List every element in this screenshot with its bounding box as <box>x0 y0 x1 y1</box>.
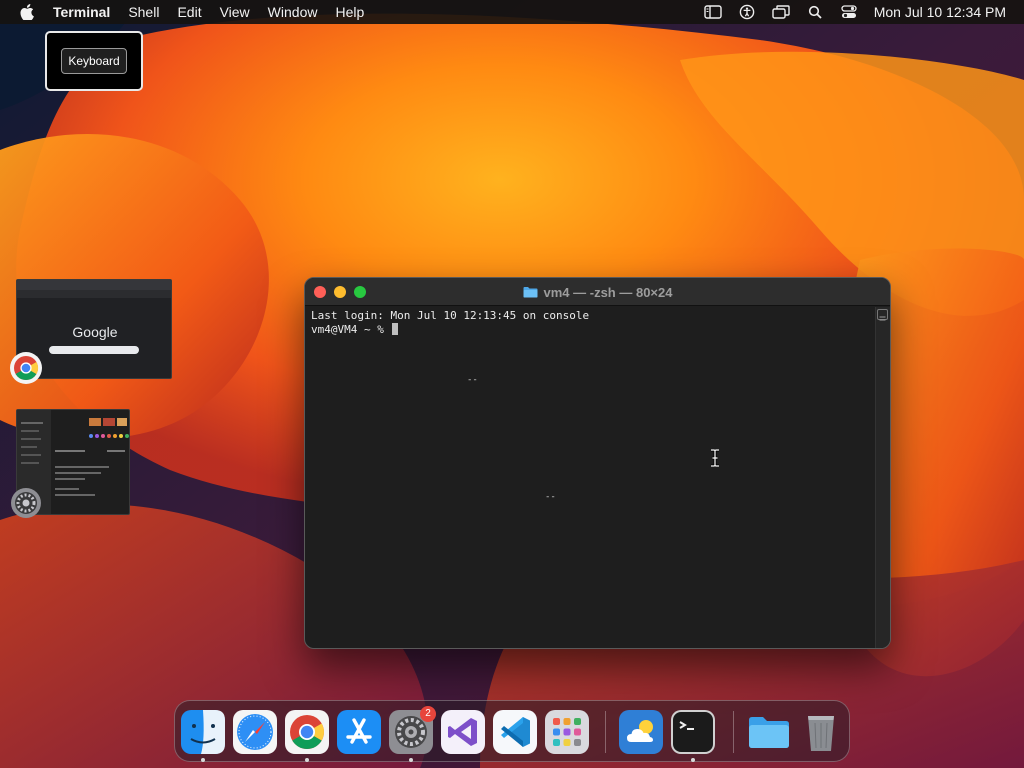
menu-shell[interactable]: Shell <box>119 0 168 24</box>
notification-badge: 2 <box>420 706 436 722</box>
running-indicator <box>305 758 309 762</box>
terminal-prompt: vm4@VM4 ~ % <box>311 323 391 336</box>
folder-icon[interactable] <box>747 710 791 754</box>
dock-separator <box>733 711 734 753</box>
list-icon[interactable] <box>696 0 730 24</box>
keyboard-button[interactable]: Keyboard <box>61 48 127 74</box>
terminal-output[interactable]: Last login: Mon Jul 10 12:13:45 on conso… <box>305 307 875 648</box>
dock-separator <box>605 711 606 753</box>
running-indicator <box>409 758 413 762</box>
stage-manager-settings-window[interactable] <box>11 409 130 518</box>
safari-icon[interactable] <box>233 710 277 754</box>
terminal-prompt-line[interactable]: vm4@VM4 ~ % <box>311 323 869 337</box>
stray-mark: -- <box>545 492 556 502</box>
search-icon[interactable] <box>798 0 832 24</box>
terminal-title-bar[interactable]: vm4 — -zsh — 80×24 <box>305 278 890 306</box>
chrome-address-bar <box>17 290 171 298</box>
terminal-scrollbar[interactable] <box>875 307 890 648</box>
running-indicator <box>201 758 205 762</box>
vscode-icon[interactable] <box>493 710 537 754</box>
app-store-icon[interactable] <box>337 710 381 754</box>
screen-mirroring-icon[interactable] <box>764 0 798 24</box>
weather-icon[interactable] <box>619 710 663 754</box>
chrome-tab-strip <box>17 280 171 290</box>
scroll-marks-button[interactable] <box>877 309 888 321</box>
google-logo-text: Google <box>72 324 118 340</box>
terminal-icon[interactable] <box>671 710 715 754</box>
keyboard-overlay: Keyboard <box>45 31 143 91</box>
stage-manager-chrome-window[interactable]: Google <box>10 279 174 384</box>
menu-bar-clock[interactable]: Mon Jul 10 12:34 PM <box>866 4 1024 20</box>
folder-icon <box>523 286 538 298</box>
system-settings-icon <box>11 488 41 518</box>
accessibility-icon[interactable] <box>730 0 764 24</box>
dock: 2 <box>174 700 850 762</box>
menu-view[interactable]: View <box>211 0 259 24</box>
stray-mark: -- <box>467 375 478 385</box>
terminal-line-last-login: Last login: Mon Jul 10 12:13:45 on conso… <box>311 309 590 322</box>
menu-bar-status-area: Mon Jul 10 12:34 PM <box>696 0 1024 24</box>
terminal-title-text: vm4 — -zsh — 80×24 <box>543 284 673 300</box>
terminal-window[interactable]: vm4 — -zsh — 80×24 Last login: Mon Jul 1… <box>304 277 891 649</box>
menu-window[interactable]: Window <box>259 0 327 24</box>
trash-icon[interactable] <box>799 710 843 754</box>
ibeam-cursor-icon <box>711 449 719 467</box>
chrome-icon <box>10 352 42 384</box>
apple-menu-icon[interactable] <box>18 3 36 21</box>
terminal-title: vm4 — -zsh — 80×24 <box>305 278 890 306</box>
text-cursor <box>392 323 399 335</box>
menu-bar: Terminal Shell Edit View Window Help Mon… <box>0 0 1024 24</box>
google-search-box <box>49 346 139 354</box>
menu-edit[interactable]: Edit <box>168 0 210 24</box>
chrome-icon[interactable] <box>285 710 329 754</box>
visual-studio-icon[interactable] <box>441 710 485 754</box>
control-center-icon[interactable] <box>832 0 866 24</box>
launchpad-icon[interactable] <box>545 710 589 754</box>
running-indicator <box>691 758 695 762</box>
menu-app-name[interactable]: Terminal <box>44 0 119 24</box>
finder-icon[interactable] <box>181 710 225 754</box>
menu-help[interactable]: Help <box>326 0 373 24</box>
